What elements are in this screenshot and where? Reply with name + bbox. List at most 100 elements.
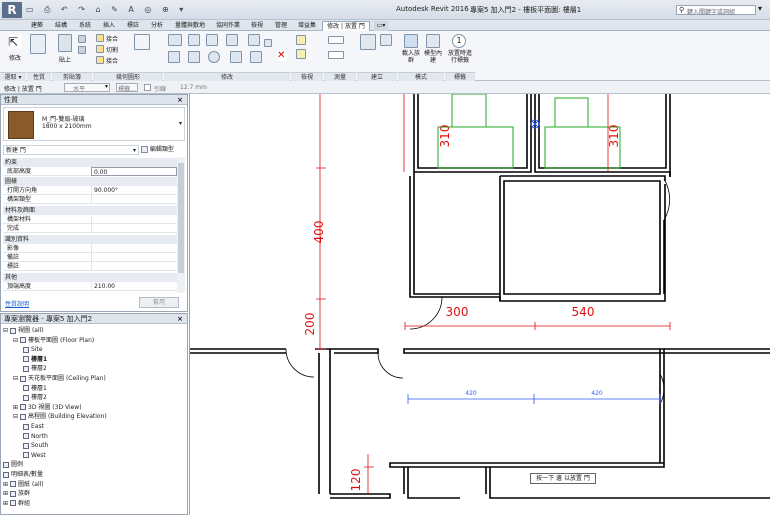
load-family-icon[interactable]	[404, 34, 418, 48]
type-selector[interactable]: M_門-雙扇-玻璃 1800 x 2100mm ▾	[3, 107, 185, 141]
browser-tree-item[interactable]: 樓層2	[23, 393, 47, 402]
properties-help-link[interactable]: 性質說明	[5, 299, 29, 308]
property-row[interactable]: 底部高度 0.00	[3, 167, 177, 176]
mirror-draw-icon[interactable]	[226, 34, 238, 46]
cope-icon[interactable]	[96, 34, 104, 42]
category-other[interactable]: 其他	[3, 273, 177, 282]
group-select[interactable]: 選取 ▾	[0, 72, 26, 81]
delete-icon[interactable]: ✕	[277, 51, 287, 61]
leader-length-field[interactable]: 12.7 mm	[172, 83, 212, 92]
offset-icon[interactable]	[188, 34, 200, 46]
tab-architecture[interactable]: 建築	[26, 21, 48, 31]
copy-element-icon[interactable]	[188, 51, 200, 63]
cope-label[interactable]: 接合	[106, 34, 118, 43]
move-icon[interactable]	[168, 51, 180, 63]
orientation-select[interactable]: 水平 ▾	[64, 83, 110, 93]
browser-tree-item[interactable]: South	[23, 441, 48, 450]
property-row[interactable]: 標註	[3, 262, 177, 271]
browser-tree-item[interactable]: ⊟ 天花板平面圖 (Ceiling Plan)	[13, 374, 106, 383]
browser-tree-item[interactable]: ⊞ 族群	[3, 489, 30, 498]
tab-manage[interactable]: 管理	[270, 21, 292, 31]
browser-tree-item[interactable]: East	[23, 422, 44, 431]
cut-label[interactable]: 切割	[106, 45, 118, 54]
scrollbar-thumb[interactable]	[178, 163, 184, 273]
browser-tree-item[interactable]: West	[23, 451, 46, 460]
browser-tree-item[interactable]: ⊞ 群組	[3, 499, 30, 508]
override-icon[interactable]	[296, 49, 306, 59]
collapse-icon[interactable]: ⊟	[13, 375, 18, 382]
browser-tree-item[interactable]: 樓層1	[23, 384, 47, 393]
property-row[interactable]: 構架材料	[3, 215, 177, 224]
property-row[interactable]: 打開方向角 90.000°	[3, 186, 177, 195]
paste-label[interactable]: 貼上	[56, 55, 74, 64]
collapse-icon[interactable]: ⊟	[3, 327, 8, 334]
leader-checkbox[interactable]	[144, 84, 151, 91]
category-identity[interactable]: 識別資料	[3, 235, 177, 244]
dimension-icon[interactable]	[328, 51, 344, 59]
quick-access-toolbar[interactable]: ▭ ⎙ ↶ ↷ ⌂ ✎ A ◎ ⊕ ▾	[26, 5, 226, 16]
revit-logo-icon[interactable]: R	[2, 2, 22, 18]
tag-button[interactable]: 標籤...	[116, 83, 138, 93]
create-assembly-icon[interactable]	[360, 34, 376, 50]
hide-icon[interactable]	[296, 35, 306, 45]
tab-systems[interactable]: 系統	[74, 21, 96, 31]
browser-tree-item[interactable]: Site	[23, 345, 43, 354]
browser-tree-item[interactable]: 圖例	[3, 460, 23, 469]
browser-tree-item[interactable]: ⊞ 圖紙 (all)	[3, 480, 44, 489]
close-icon[interactable]: ×	[177, 95, 183, 105]
array-icon[interactable]	[250, 51, 262, 63]
instance-selector[interactable]: 新建 門 ▾	[3, 145, 139, 155]
browser-tree-item[interactable]: 明細表/數量	[3, 470, 43, 479]
paste-icon[interactable]	[58, 34, 72, 52]
property-row[interactable]: 影像	[3, 244, 177, 253]
model-inplace-icon[interactable]	[426, 34, 440, 48]
browser-tree-item[interactable]: 樓層1	[23, 355, 47, 364]
floor-plan-svg[interactable]: 310 310 400 200 300 540 120 420 420	[190, 94, 770, 515]
tab-insert[interactable]: 插入	[98, 21, 120, 31]
load-family-label[interactable]: 載入族群	[401, 50, 421, 64]
tab-extra-toggle[interactable]: ▭▾	[374, 21, 388, 31]
join-label[interactable]: 接合	[106, 56, 118, 65]
tab-analyze[interactable]: 分析	[146, 21, 168, 31]
browser-tree-item[interactable]: ⊟ 樓板平面圖 (Floor Plan)	[13, 336, 94, 345]
create-parts-icon[interactable]	[380, 34, 392, 46]
rotate-icon[interactable]	[208, 51, 220, 63]
drawing-canvas[interactable]: 310 310 400 200 300 540 120 420 420 按一下 …	[189, 94, 770, 515]
expand-icon[interactable]: ⊞	[3, 490, 8, 497]
modify-arrow-icon[interactable]: ⇱	[8, 35, 22, 49]
property-row[interactable]: 完成	[3, 224, 177, 233]
property-row[interactable]: 構架類型	[3, 195, 177, 204]
tag-on-place-icon[interactable]: 1	[452, 34, 466, 48]
browser-tree-item[interactable]: ⊟ 高程圖 (Building Elevation)	[13, 412, 107, 421]
tab-collaborate[interactable]: 協同作業	[212, 21, 244, 31]
browser-tree-item[interactable]: ⊞ 3D 視圖 (3D View)	[13, 403, 82, 412]
apply-button[interactable]: 套用	[139, 297, 179, 308]
expand-icon[interactable]: ⊞	[3, 500, 8, 507]
tab-structure[interactable]: 結構	[50, 21, 72, 31]
browser-tree-item[interactable]: North	[23, 432, 48, 441]
join-icon[interactable]	[96, 56, 104, 64]
browser-tree-item[interactable]: 樓層2	[23, 364, 47, 373]
trim-icon[interactable]	[230, 51, 242, 63]
property-row[interactable]: 頂端高度 210.00	[3, 282, 177, 291]
copy-icon[interactable]	[78, 46, 86, 54]
search-box[interactable]: ⚲ 鍵入關鍵字或詞組	[676, 5, 756, 16]
tag-on-place-label[interactable]: 放置時進行標籤	[446, 50, 474, 64]
measure-icon[interactable]	[328, 36, 344, 44]
expand-icon[interactable]: ⊞	[13, 404, 18, 411]
collapse-icon[interactable]: ⊟	[13, 413, 18, 420]
category-graphics[interactable]: 圖樣	[3, 177, 177, 186]
browser-tree-item[interactable]: ⊟ 視圖 (all)	[3, 326, 44, 335]
tab-view[interactable]: 檢視	[246, 21, 268, 31]
property-row[interactable]: 備註	[3, 253, 177, 262]
cut-icon[interactable]	[78, 35, 86, 43]
minimize-button[interactable]: ▾	[758, 4, 768, 14]
tab-modify-place-door[interactable]: 修改 | 放置 門	[322, 21, 370, 31]
align-icon[interactable]	[168, 34, 182, 46]
category-constraints[interactable]: 約束	[3, 158, 177, 167]
tab-massing[interactable]: 量體與敷地	[170, 21, 210, 31]
edit-type-button[interactable]: 編輯類型	[141, 145, 185, 155]
cut-geometry-icon[interactable]	[96, 45, 104, 53]
category-materials[interactable]: 材料及飾面	[3, 206, 177, 215]
properties-scrollbar[interactable]	[177, 157, 185, 293]
